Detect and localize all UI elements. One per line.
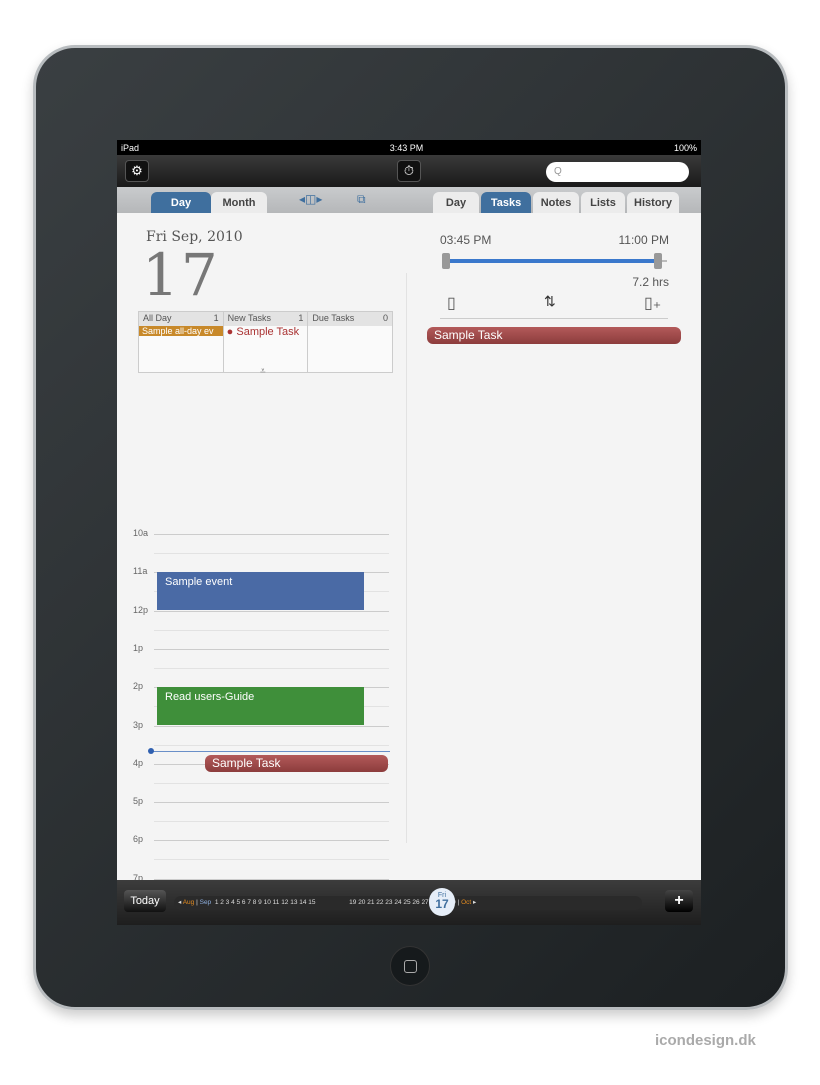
search-input[interactable]: Q — [546, 162, 689, 182]
date-strip[interactable]: ◂ Aug | Sep 1 2 3 4 5 6 7 8 9 10 11 12 1… — [174, 896, 642, 910]
end-time: 11:00 PM — [618, 233, 669, 247]
expand-chevron-icon[interactable]: ⩡ — [260, 366, 266, 377]
tab-tasks[interactable]: Tasks — [481, 192, 531, 213]
hour-label: 5p — [133, 796, 144, 807]
tab-day-left[interactable]: Day — [151, 192, 211, 213]
half-hour-line — [154, 782, 389, 784]
selected-day[interactable]: Fri 17 — [429, 888, 455, 916]
hour-line — [154, 840, 389, 842]
due-tasks-column: Due Tasks 0 — [308, 312, 393, 372]
hour-line — [154, 648, 389, 650]
all-day-column: All Day 1 Sample all-day ev — [139, 312, 224, 372]
hour-label: 4p — [133, 757, 144, 768]
new-tasks-column: New Tasks 1 ● Sample Task — [223, 312, 309, 372]
hour-label: 11a — [133, 566, 148, 577]
hour-label: 2p — [133, 681, 144, 692]
settings-gear-icon[interactable]: ⚙ — [125, 160, 149, 182]
all-day-label: All Day — [143, 313, 172, 323]
slider-start-handle[interactable] — [442, 253, 450, 269]
stopwatch-icon[interactable]: ⏱ — [397, 160, 421, 182]
tab-notes[interactable]: Notes — [533, 192, 579, 213]
new-tasks-label: New Tasks — [227, 313, 272, 323]
half-hour-line — [154, 553, 389, 554]
tab-history[interactable]: History — [627, 192, 679, 213]
carrier: iPad — [121, 142, 140, 153]
hour-row[interactable]: 12p — [117, 605, 397, 649]
tab-month[interactable]: Month — [211, 192, 267, 213]
new-task-item[interactable]: ● Sample Task — [224, 326, 308, 338]
add-task-icon[interactable]: ▯₊ — [644, 293, 661, 313]
current-month[interactable]: Sep — [200, 899, 212, 906]
hour-row[interactable]: 1p — [117, 643, 397, 687]
tab-bar: Day Month ◂◫▸ ⧉ Day Tasks Notes Lists Hi… — [117, 187, 701, 213]
selected-day-number: 17 — [435, 897, 449, 911]
timeline-task[interactable]: Sample Task — [205, 755, 388, 772]
day-summary: All Day 1 Sample all-day ev New Tasks 1 ● … — [138, 311, 393, 373]
today-button[interactable]: Today — [124, 890, 166, 912]
home-button[interactable] — [390, 946, 430, 986]
days-before[interactable]: 1 2 3 4 5 6 7 8 9 10 11 12 13 14 15 — [215, 899, 316, 906]
count: 0 — [383, 313, 389, 323]
task-list-item[interactable]: Sample Task — [427, 327, 681, 344]
hour-line — [154, 725, 389, 727]
half-hour-line — [154, 821, 389, 823]
pane-divider — [406, 273, 407, 843]
date-navigator: Today ◂ Aug | Sep 1 2 3 4 5 6 7 8 9 10 1… — [117, 880, 701, 925]
hour-row[interactable]: 10a — [117, 528, 397, 572]
hour-label: 12p — [133, 604, 149, 615]
tab-day-right[interactable]: Day — [433, 192, 479, 213]
export-icon[interactable]: ⧉ — [357, 192, 366, 207]
all-day-event[interactable]: Sample all-day ev — [139, 326, 223, 336]
time-range-slider[interactable] — [442, 253, 667, 269]
start-time: 03:45 PM — [440, 233, 492, 247]
split-view-icon[interactable]: ◂◫▸ — [299, 192, 322, 206]
hour-row[interactable]: 5p — [117, 796, 397, 840]
half-hour-line — [154, 859, 389, 861]
day-number: 17 — [142, 241, 220, 309]
count: 1 — [213, 313, 219, 323]
clock: 3:43 PM — [389, 142, 424, 153]
toolbar: ⚙ ⏱ Q — [117, 155, 701, 187]
hour-line — [154, 802, 389, 804]
hour-line — [154, 534, 389, 535]
half-hour-line — [154, 667, 389, 669]
divider — [440, 318, 668, 319]
hour-row[interactable]: 6p — [117, 834, 397, 878]
new-task-label: Sample Task — [236, 326, 300, 338]
screen: iPad 3:43 PM 100% ⚙ ⏱ Q Day Month ◂◫▸ ⧉ … — [117, 140, 701, 925]
hour-label: 6p — [133, 834, 144, 845]
duration: 7.2 hrs — [632, 275, 669, 289]
content: Fri Sep, 2010 17 All Day 1 Sample all-day… — [117, 213, 701, 921]
count: 1 — [298, 313, 304, 323]
hour-label: 3p — [133, 719, 144, 730]
tab-lists[interactable]: Lists — [581, 192, 625, 213]
prev-month[interactable]: Aug — [183, 899, 195, 906]
hour-label: 1p — [133, 642, 144, 653]
event-sample[interactable]: Sample event — [157, 572, 364, 610]
half-hour-line — [154, 629, 389, 631]
current-time-line — [150, 751, 390, 752]
due-tasks-label: Due Tasks — [312, 313, 355, 323]
add-button[interactable]: + — [665, 890, 693, 912]
event-read-guide[interactable]: Read users-Guide — [157, 687, 364, 725]
new-note-icon[interactable]: ▯ — [447, 293, 456, 313]
hour-label: 10a — [133, 528, 149, 538]
current-time-dot — [148, 748, 154, 754]
battery: 100% — [673, 142, 697, 153]
next-month[interactable]: Oct — [461, 899, 471, 906]
status-bar: iPad 3:43 PM 100% — [117, 140, 701, 155]
slider-fill — [445, 259, 659, 263]
half-hour-line — [154, 744, 389, 746]
watermark: icondesign.dk — [655, 1032, 756, 1049]
hour-line — [154, 610, 389, 612]
slider-end-handle[interactable] — [654, 253, 663, 269]
sort-icon[interactable]: ⇅ — [544, 293, 556, 310]
